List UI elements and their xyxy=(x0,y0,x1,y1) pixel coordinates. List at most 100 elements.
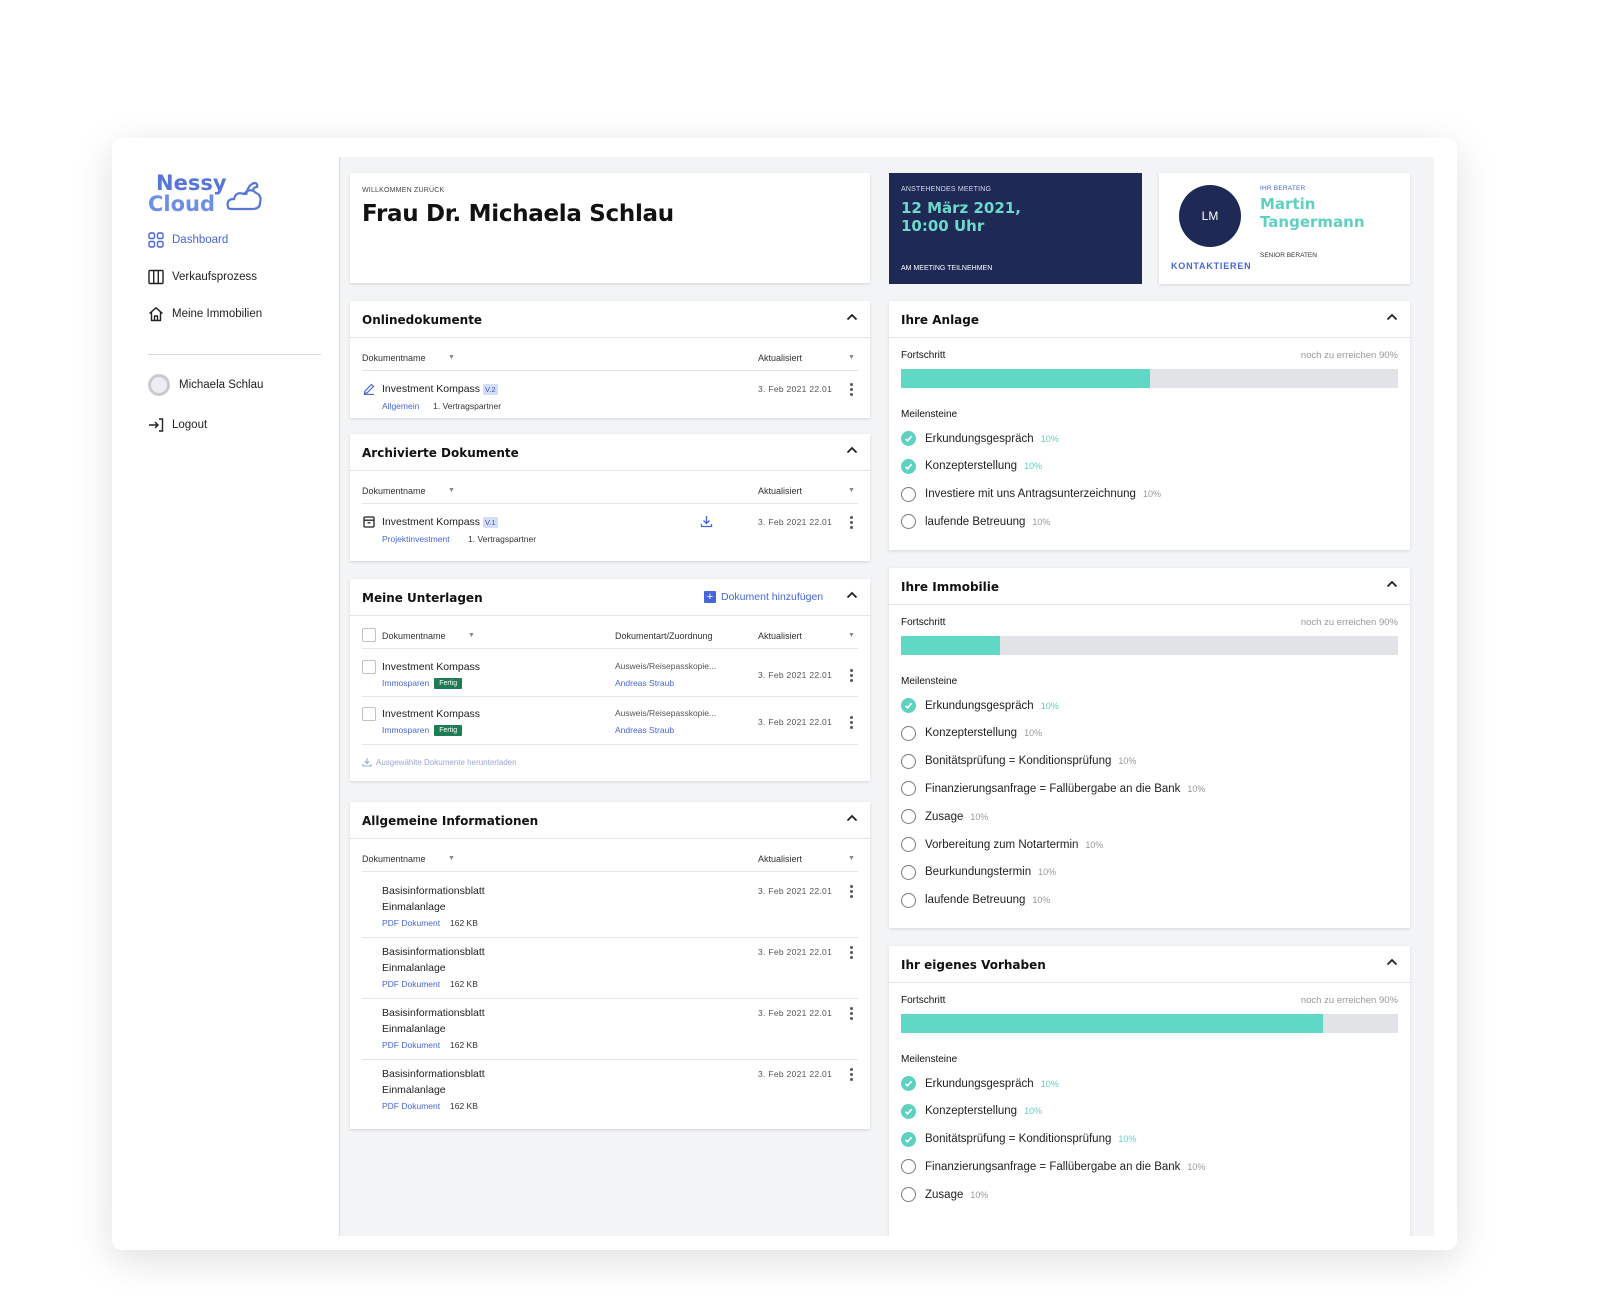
progress-remaining: noch zu erreichen 90% xyxy=(1300,350,1398,361)
chevron-up-icon[interactable] xyxy=(1386,313,1398,321)
empty-circle-icon xyxy=(901,1159,916,1175)
column-header-name[interactable]: Dokumentname xyxy=(362,353,426,363)
column-header-name[interactable]: Dokumentname xyxy=(362,486,426,496)
milestone-percent: 10% xyxy=(1040,1078,1059,1089)
document-type-link[interactable]: PDF Dokument xyxy=(382,1040,440,1050)
assigned-person-link[interactable]: Andreas Straub xyxy=(615,678,674,688)
milestone-item: Konzepterstellung 10% xyxy=(901,1103,1042,1119)
milestone-label: Erkundungsgespräch xyxy=(925,699,1034,712)
more-options-icon[interactable] xyxy=(848,946,854,960)
file-size: 162 KB xyxy=(450,1040,478,1050)
category-link[interactable]: Allgemein xyxy=(382,401,419,411)
join-meeting-link[interactable]: Am Meeting teilnehmen xyxy=(901,265,992,272)
more-options-icon[interactable] xyxy=(848,716,854,730)
add-document-button[interactable]: + Dokument hinzufügen xyxy=(704,591,823,603)
updated-date: 3. Feb 2021 22.01 xyxy=(758,517,833,527)
sidebar-item-label: Verkaufsprozess xyxy=(172,271,258,283)
milestone-label: Zusage xyxy=(925,810,964,823)
sort-icon[interactable]: ▼ xyxy=(448,855,455,862)
advisor-avatar: LM xyxy=(1179,185,1241,247)
panel-title: Onlinedokumente xyxy=(362,313,483,327)
sidebar-item-meine-immobilien[interactable]: Meine Immobilien xyxy=(148,303,262,325)
home-icon xyxy=(149,307,163,322)
milestone-label: Bonitätsprüfung = Konditionsprüfung xyxy=(925,1133,1112,1146)
logout-label: Logout xyxy=(172,419,208,431)
column-header-updated[interactable]: Aktualisiert xyxy=(758,486,802,496)
document-name[interactable]: Investment Kompass xyxy=(382,661,480,673)
empty-circle-icon xyxy=(901,514,916,530)
chevron-up-icon[interactable] xyxy=(846,313,858,321)
milestone-label: Investiere mit uns Antragsunterzeichnung xyxy=(925,488,1136,501)
contact-button[interactable]: KONTAKTIEREN xyxy=(1171,261,1251,271)
milestone-percent: 10% xyxy=(1032,516,1051,527)
empty-circle-icon xyxy=(901,892,916,908)
sort-icon[interactable]: ▼ xyxy=(848,855,855,862)
sidebar-item-label: Dashboard xyxy=(172,234,229,246)
download-icon[interactable] xyxy=(700,515,713,528)
welcome-card: Willkommen zurück Frau Dr. Michaela Schl… xyxy=(350,173,870,283)
milestone-item: Zusage 10% xyxy=(901,809,989,825)
investment-progress-panel: Ihre Anlage Fortschritt noch zu erreiche… xyxy=(889,301,1410,550)
meeting-date: 12 März 2021, 10:00 Uhr xyxy=(901,199,1021,235)
column-header-updated[interactable]: Aktualisiert xyxy=(758,353,802,363)
table-row[interactable]: Investment Kompass V.2 xyxy=(382,383,498,395)
more-options-icon[interactable] xyxy=(848,885,854,899)
document-name[interactable]: Basisinformationsblatt xyxy=(382,946,485,958)
document-name[interactable]: Basisinformationsblatt xyxy=(382,885,485,897)
sidebar-item-verkaufsprozess[interactable]: Verkaufsprozess xyxy=(148,266,257,288)
column-header-updated[interactable]: Aktualisiert xyxy=(758,854,802,864)
milestone-percent: 10% xyxy=(970,811,989,822)
sidebar-item-dashboard[interactable]: Dashboard xyxy=(148,229,228,251)
row-checkbox[interactable] xyxy=(362,707,376,721)
milestone-item: Zusage 10% xyxy=(901,1187,988,1203)
row-checkbox[interactable] xyxy=(362,660,376,674)
chevron-up-icon[interactable] xyxy=(846,591,858,599)
sidebar-item-label: Meine Immobilien xyxy=(172,308,263,320)
category-link[interactable]: Immosparen xyxy=(382,678,429,688)
sidebar-user[interactable]: Michaela Schlau xyxy=(148,373,263,397)
milestones-label: Meilensteine xyxy=(901,1054,958,1065)
logout-button[interactable]: Logout xyxy=(148,414,207,436)
document-name[interactable]: Basisinformationsblatt xyxy=(382,1068,485,1080)
sort-icon[interactable]: ▼ xyxy=(848,487,855,494)
category-link[interactable]: Projektinvestment xyxy=(382,534,450,544)
advisor-title: Senior Beraten xyxy=(1260,252,1317,259)
online-documents-panel: Onlinedokumente Dokumentname ▼ Aktualisi… xyxy=(350,301,870,418)
more-options-icon[interactable] xyxy=(848,669,854,683)
milestone-item: Finanzierungsanfrage = Fallübergabe an d… xyxy=(901,781,1205,797)
milestone-percent: 10% xyxy=(1024,728,1043,739)
category-link[interactable]: Immosparen xyxy=(382,725,429,735)
panel-title: Ihr eigenes Vorhaben xyxy=(901,958,1046,972)
upcoming-meeting-card: Anstehendes Meeting 12 März 2021, 10:00 … xyxy=(889,173,1142,284)
more-options-icon[interactable] xyxy=(848,383,854,397)
sort-icon[interactable]: ▼ xyxy=(468,632,475,639)
sort-icon[interactable]: ▼ xyxy=(848,632,855,639)
table-row[interactable]: Investment Kompass V.1 xyxy=(382,516,498,528)
nessy-cloud-logo[interactable]: Nessy Cloud xyxy=(148,173,263,219)
more-options-icon[interactable] xyxy=(848,1068,854,1082)
document-type-link[interactable]: PDF Dokument xyxy=(382,918,440,928)
download-selected-button[interactable]: Ausgewählte Dokumente herunterladen xyxy=(362,757,517,767)
more-options-icon[interactable] xyxy=(848,516,854,530)
document-type-link[interactable]: PDF Dokument xyxy=(382,1101,440,1111)
chevron-up-icon[interactable] xyxy=(1386,580,1398,588)
column-header-name[interactable]: Dokumentname xyxy=(362,854,426,864)
select-all-checkbox[interactable] xyxy=(362,628,376,642)
sort-icon[interactable]: ▼ xyxy=(448,354,455,361)
column-header-name[interactable]: Dokumentname xyxy=(382,631,446,641)
divider xyxy=(362,648,858,649)
document-type-link[interactable]: PDF Dokument xyxy=(382,979,440,989)
column-header-updated[interactable]: Aktualisiert xyxy=(758,631,802,641)
assigned-person-link[interactable]: Andreas Straub xyxy=(615,725,674,735)
welcome-kicker: Willkommen zurück xyxy=(362,187,445,194)
sort-icon[interactable]: ▼ xyxy=(448,487,455,494)
sort-icon[interactable]: ▼ xyxy=(848,354,855,361)
chevron-up-icon[interactable] xyxy=(846,814,858,822)
column-header-type[interactable]: Dokumentart/Zuordnung xyxy=(615,631,713,641)
document-name[interactable]: Investment Kompass xyxy=(382,708,480,720)
chevron-up-icon[interactable] xyxy=(846,446,858,454)
general-info-panel: Allgemeine Informationen Dokumentname ▼ … xyxy=(350,802,870,1129)
chevron-up-icon[interactable] xyxy=(1386,958,1398,966)
document-name[interactable]: Basisinformationsblatt xyxy=(382,1007,485,1019)
more-options-icon[interactable] xyxy=(848,1007,854,1021)
